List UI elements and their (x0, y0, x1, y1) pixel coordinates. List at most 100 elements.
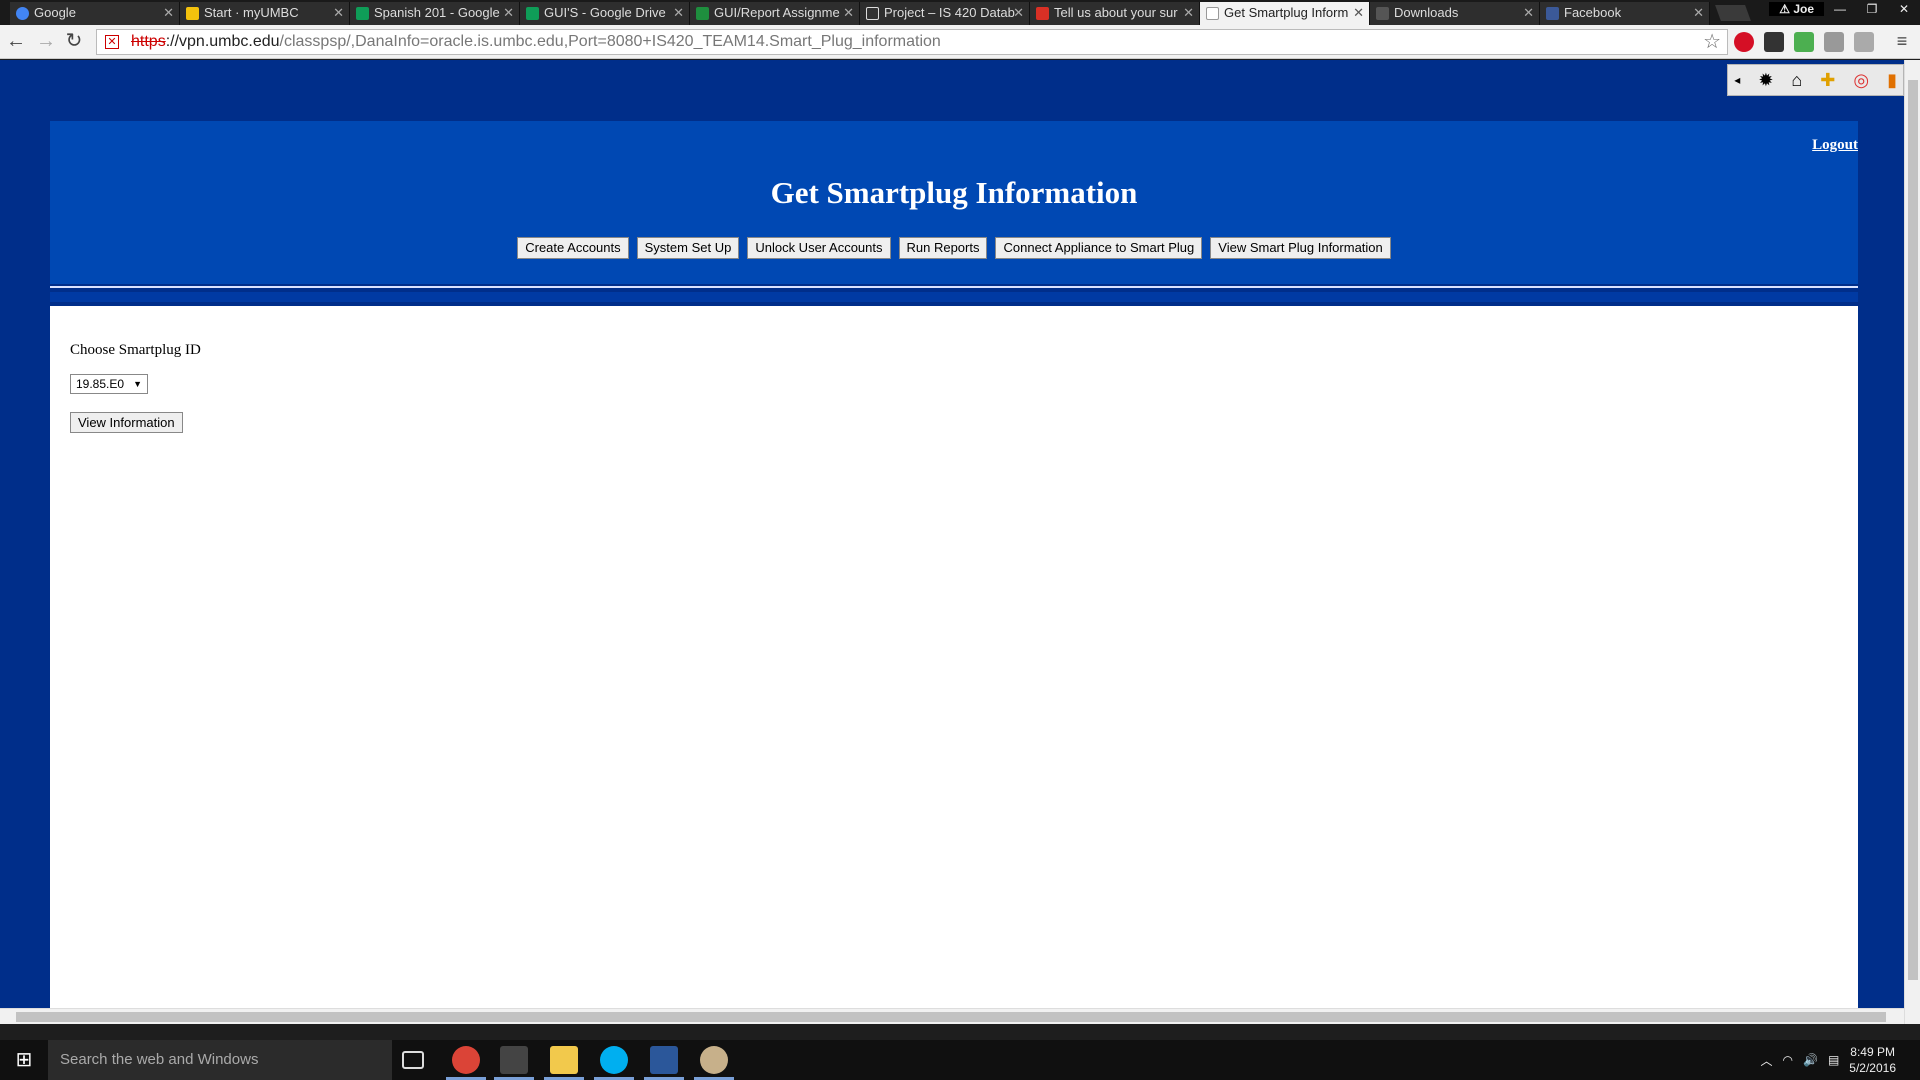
reload-icon[interactable]: ↻ (62, 29, 86, 53)
tab-label: Spanish 201 - Google (374, 5, 500, 20)
tab-label: GUI/Report Assignme (714, 5, 840, 20)
content-panel: Choose Smartplug ID 19.85.E0 ▼ View Info… (50, 306, 1858, 1008)
system-tray: ︿ ◠ 🔊 ▤ 8:49 PM 5/2/2016 (1760, 1040, 1896, 1080)
tab-myumbc[interactable]: Start · myUMBC ✕ (180, 2, 350, 25)
smartplug-id-select[interactable]: 19.85.E0 ▼ (70, 374, 148, 394)
skype-taskbar-icon[interactable] (600, 1046, 628, 1074)
tab-get-smartplug-active[interactable]: Get Smartplug Inform ✕ (1200, 2, 1370, 25)
address-bar[interactable]: ✕ https://vpn.umbc.edu/classpsp/,DanaInf… (96, 29, 1728, 55)
view-information-button[interactable]: View Information (70, 412, 183, 433)
action-center-icon[interactable]: ▤ (1828, 1053, 1839, 1067)
opera-extension-icon[interactable] (1734, 32, 1754, 52)
header-divider (50, 286, 1858, 288)
close-tab-icon[interactable]: ✕ (333, 2, 344, 24)
file-explorer-taskbar-icon[interactable] (550, 1046, 578, 1074)
tab-label: Facebook (1564, 5, 1622, 20)
google-favicon-icon (16, 7, 29, 20)
view-smart-plug-info-button[interactable]: View Smart Plug Information (1210, 237, 1391, 259)
taskbar-clock[interactable]: 8:49 PM 5/2/2016 (1849, 1044, 1896, 1076)
minimize-icon[interactable]: — (1824, 2, 1856, 16)
evernote-extension-icon[interactable] (1794, 32, 1814, 52)
tab-label: Google (34, 5, 76, 20)
scrollbar-thumb[interactable] (1908, 80, 1918, 980)
downloads-favicon-icon (1376, 7, 1389, 20)
word-taskbar-icon[interactable] (650, 1046, 678, 1074)
tab-guis-drive[interactable]: GUI'S - Google Drive ✕ (520, 2, 690, 25)
tab-gui-report[interactable]: GUI/Report Assignme ✕ (690, 2, 860, 25)
blackboard-favicon-icon (866, 7, 879, 20)
restore-icon[interactable]: ❐ (1856, 2, 1888, 16)
chrome-taskbar-icon[interactable] (452, 1046, 480, 1074)
tab-label: Project – IS 420 Datab (884, 5, 1015, 20)
run-reports-button[interactable]: Run Reports (898, 237, 988, 259)
show-hidden-icons-chevron-icon[interactable]: ︿ (1760, 1052, 1772, 1069)
page-viewport: ◂ ✹ ⌂ ✚ ◎ ▮ Logout Get Smartplug Informa… (0, 60, 1920, 1024)
grid-extension-icon[interactable] (1854, 32, 1874, 52)
extension-icon[interactable] (1764, 32, 1784, 52)
tab-spanish-201[interactable]: Spanish 201 - Google ✕ (350, 2, 520, 25)
dropdown-arrow-icon: ▼ (133, 379, 142, 389)
profile-button[interactable]: ⚠ Joe (1769, 2, 1824, 16)
close-tab-icon[interactable]: ✕ (1353, 2, 1364, 24)
task-view-icon[interactable] (402, 1051, 424, 1069)
close-tab-icon[interactable]: ✕ (843, 2, 854, 24)
close-tab-icon[interactable]: ✕ (673, 2, 684, 24)
create-accounts-button[interactable]: Create Accounts (517, 237, 629, 259)
unlock-user-accounts-button[interactable]: Unlock User Accounts (747, 237, 891, 259)
forward-arrow-icon[interactable]: → (34, 29, 58, 53)
tab-downloads[interactable]: Downloads ✕ (1370, 2, 1540, 25)
vpn-toolbar: ◂ ✹ ⌂ ✚ ◎ ▮ (1727, 64, 1904, 96)
logout-link[interactable]: Logout (1812, 137, 1858, 154)
connect-appliance-button[interactable]: Connect Appliance to Smart Plug (995, 237, 1203, 259)
url-scheme: https (131, 33, 166, 50)
windows-taskbar: ⊞ Search the web and Windows ︿ ◠ 🔊 ▤ 8:4… (0, 1040, 1920, 1080)
windows-start-icon[interactable]: ⊞ (0, 1040, 48, 1080)
tab-label: Tell us about your sur (1054, 5, 1178, 20)
volume-icon[interactable]: 🔊 (1803, 1053, 1818, 1067)
myumbc-favicon-icon (186, 7, 199, 20)
vertical-scrollbar[interactable] (1904, 60, 1920, 1024)
tab-project-is420[interactable]: Project – IS 420 Datab ✕ (860, 2, 1030, 25)
close-tab-icon[interactable]: ✕ (1183, 2, 1194, 24)
close-tab-icon[interactable]: ✕ (1523, 2, 1534, 24)
browser-toolbar: ← → ↻ ✕ https://vpn.umbc.edu/classpsp/,D… (0, 25, 1920, 59)
bookmark-star-icon[interactable]: ☆ (1703, 30, 1721, 54)
selected-smartplug-id: 19.85.E0 (76, 377, 125, 391)
settings-icon[interactable]: ✹ (1758, 70, 1773, 91)
close-tab-icon[interactable]: ✕ (1693, 2, 1704, 24)
add-bookmark-icon[interactable]: ✚ (1820, 70, 1835, 91)
paint-taskbar-icon[interactable] (700, 1046, 728, 1074)
admin-nav: Create Accounts System Set Up Unlock Use… (50, 237, 1858, 259)
home-icon[interactable]: ⌂ (1791, 70, 1802, 91)
collapse-toolbar-icon[interactable]: ◂ (1734, 73, 1740, 87)
help-icon[interactable]: ◎ (1853, 70, 1869, 91)
close-tab-icon[interactable]: ✕ (503, 2, 514, 24)
page-favicon-icon (1206, 7, 1219, 20)
close-window-icon[interactable]: ✕ (1888, 2, 1920, 16)
calculator-taskbar-icon[interactable] (500, 1046, 528, 1074)
keyboard-extension-icon[interactable] (1824, 32, 1844, 52)
google-drive-favicon-icon (526, 7, 539, 20)
close-tab-icon[interactable]: ✕ (163, 2, 174, 24)
url-host: ://vpn.umbc.edu (165, 33, 280, 50)
horizontal-scrollbar[interactable] (0, 1008, 1904, 1024)
menu-icon[interactable]: ≡ (1890, 29, 1914, 53)
close-tab-icon[interactable]: ✕ (1013, 2, 1024, 24)
back-arrow-icon[interactable]: ← (4, 29, 28, 53)
google-drive-favicon-icon (356, 7, 369, 20)
insecure-lock-icon[interactable]: ✕ (105, 35, 119, 49)
facebook-favicon-icon (1546, 7, 1559, 20)
tab-google[interactable]: Google ✕ (10, 2, 180, 25)
app-header: Logout Get Smartplug Information Create … (50, 121, 1858, 284)
system-set-up-button[interactable]: System Set Up (636, 237, 740, 259)
tab-facebook[interactable]: Facebook ✕ (1540, 2, 1710, 25)
tab-survey[interactable]: Tell us about your sur ✕ (1030, 2, 1200, 25)
profile-name: Joe (1793, 2, 1814, 16)
logout-icon[interactable]: ▮ (1887, 70, 1897, 91)
sheets-favicon-icon (696, 7, 709, 20)
new-tab-button[interactable] (1715, 5, 1751, 21)
scrollbar-thumb[interactable] (16, 1012, 1886, 1022)
taskbar-search-box[interactable]: Search the web and Windows (48, 1040, 392, 1080)
tab-label: Get Smartplug Inform (1224, 5, 1349, 20)
wifi-icon[interactable]: ◠ (1783, 1053, 1793, 1067)
